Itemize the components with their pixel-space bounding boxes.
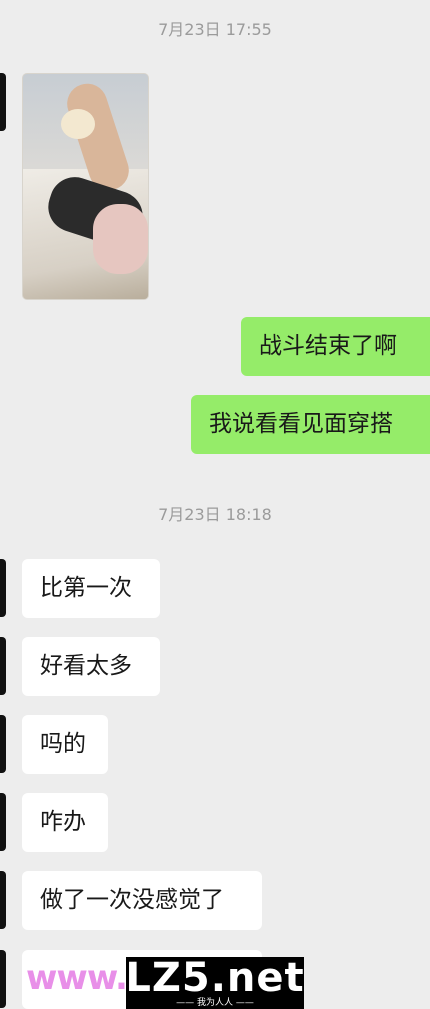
watermark-tagline: —— 我为人人 —— <box>176 998 254 1008</box>
avatar[interactable] <box>0 950 6 1008</box>
watermark-url: www. <box>26 958 128 998</box>
incoming-message[interactable]: 比第一次 <box>22 559 160 618</box>
timestamp: 7月23日 18:18 <box>158 505 272 524</box>
avatar[interactable] <box>0 871 6 929</box>
watermark-logo: LZ5.net —— 我为人人 —— <box>125 955 305 1009</box>
outgoing-message[interactable]: 战斗结束了啊 <box>241 317 430 376</box>
outgoing-message[interactable]: 我说看看见面穿搭 <box>191 395 430 454</box>
watermark-brand: LZ5.net <box>125 955 305 1001</box>
incoming-message[interactable]: 做了一次没感觉了 <box>22 871 262 930</box>
image-message[interactable] <box>22 73 149 300</box>
avatar[interactable] <box>0 559 6 617</box>
avatar[interactable] <box>0 715 6 773</box>
incoming-message[interactable]: 咋办 <box>22 793 108 852</box>
avatar[interactable] <box>0 637 6 695</box>
avatar[interactable] <box>0 793 6 851</box>
incoming-message[interactable]: 吗的 <box>22 715 108 774</box>
timestamp: 7月23日 17:55 <box>158 20 272 39</box>
avatar[interactable] <box>0 73 6 131</box>
incoming-message[interactable]: 好看太多 <box>22 637 160 696</box>
